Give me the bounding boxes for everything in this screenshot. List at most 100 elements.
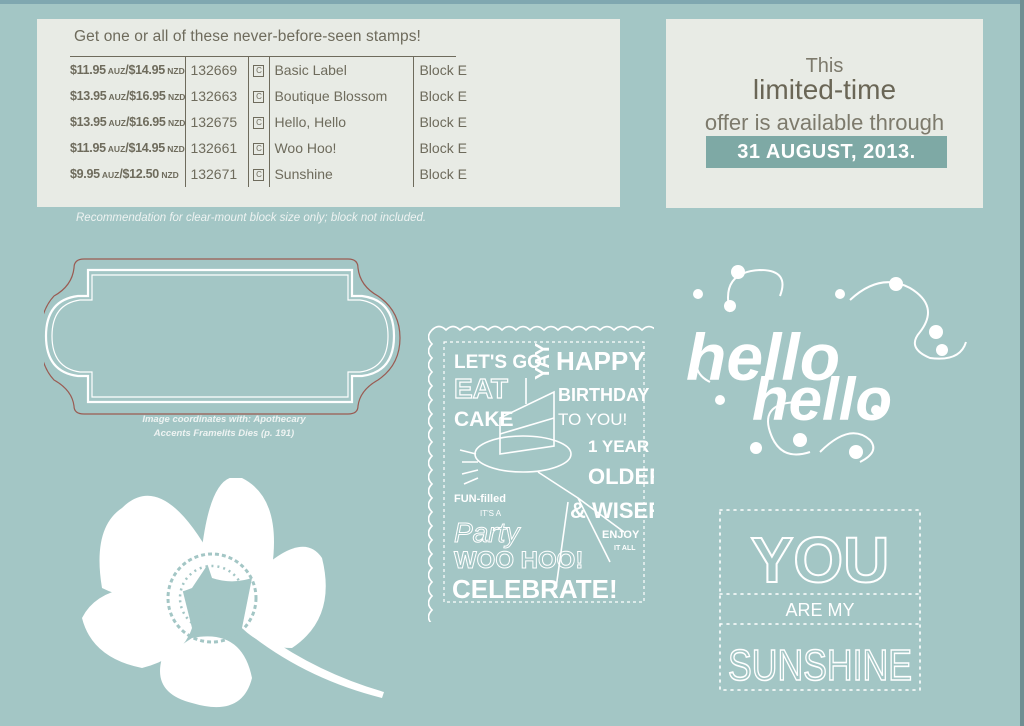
currency-aud: AUZ bbox=[101, 170, 120, 180]
clear-mount-cell: C bbox=[248, 109, 270, 135]
price-cell: $9.95 AUZ/$12.50 NZD bbox=[70, 167, 179, 181]
clear-mount-icon: C bbox=[253, 65, 265, 78]
clear-mount-icon: C bbox=[253, 143, 265, 156]
price-nzd: $14.95 bbox=[128, 141, 165, 155]
woo-hoo-text-fun: FUN-filled bbox=[454, 493, 506, 505]
table-title: Get one or all of these never-before-see… bbox=[74, 28, 421, 45]
block-size: Block E bbox=[413, 57, 480, 83]
offer-line-3: offer is available through bbox=[704, 110, 945, 135]
woo-hoo-lettering: LET'S GO EAT CAKE YAY HAPPY BIRTHDAY TO … bbox=[452, 342, 654, 604]
right-edge bbox=[1020, 0, 1024, 726]
framelit-die-outline bbox=[44, 258, 401, 415]
price-nzd: $12.50 bbox=[122, 167, 160, 181]
price-aud: $13.95 bbox=[70, 115, 107, 129]
recommendation-note: Recommendation for clear-mount block siz… bbox=[76, 212, 427, 224]
basic-label-frame-image bbox=[44, 258, 401, 415]
woo-hoo-text-party: Party bbox=[454, 517, 521, 548]
sunshine-text-sunshine: SUNSHINE bbox=[728, 641, 912, 690]
woo-hoo-text-cake: CAKE bbox=[454, 408, 514, 431]
clear-mount-cell: C bbox=[248, 161, 270, 187]
stamp-table-row: $9.95 AUZ/$12.50 NZD 132671 C Sunshine Block… bbox=[70, 161, 480, 187]
currency-aud: AUZ bbox=[107, 66, 126, 76]
item-number: 132675 bbox=[185, 109, 249, 135]
label-frame-outer bbox=[44, 268, 396, 404]
flower-center-dots-inner bbox=[192, 578, 232, 618]
stamp-name: Basic Label bbox=[269, 57, 414, 83]
coordinates-note: Image coordinates with: Apothecary Accen… bbox=[104, 413, 344, 441]
product-table-panel: Get one or all of these never-before-see… bbox=[37, 19, 620, 207]
stamp-name: Woo Hoo! bbox=[269, 135, 414, 161]
clear-mount-icon: C bbox=[253, 169, 265, 182]
offer-line-2: limited-time bbox=[752, 74, 897, 105]
price-cell: $11.95 AUZ/$14.95 NZD bbox=[70, 141, 185, 155]
woo-hoo-text-eat: EAT bbox=[454, 373, 508, 404]
price-nzd: $16.95 bbox=[129, 89, 166, 103]
sunshine-stamp-image: YOU ARE MY SUNSHINE bbox=[719, 509, 921, 691]
top-strip bbox=[0, 0, 1024, 4]
block-size: Block E bbox=[413, 135, 480, 161]
currency-aud: AUZ bbox=[107, 144, 126, 154]
currency-nzd: NZD bbox=[167, 66, 185, 76]
price-cell: $11.95 AUZ/$14.95 NZD bbox=[70, 63, 185, 77]
woo-hoo-text-enjoy: ENJOY bbox=[602, 529, 640, 541]
cake-plate bbox=[474, 435, 572, 473]
stamp-table-row: $13.95 AUZ/$16.95 NZD 132663 C Boutique Blo… bbox=[70, 83, 480, 109]
sunshine-text-you: YOU bbox=[751, 524, 890, 596]
block-size: Block E bbox=[413, 161, 480, 187]
boutique-blossom-stamp-image bbox=[82, 478, 384, 708]
woo-hoo-text-yay: YAY bbox=[532, 342, 554, 380]
currency-aud: AUZ bbox=[108, 92, 126, 102]
label-frame-inner bbox=[51, 274, 389, 398]
woo-hoo-text-birthday: BIRTHDAY bbox=[558, 385, 649, 405]
woo-hoo-text-woo-hoo: WOO HOO! bbox=[454, 547, 583, 574]
currency-nzd: NZD bbox=[167, 92, 186, 102]
flower-petals bbox=[82, 478, 384, 708]
currency-nzd: NZD bbox=[161, 170, 179, 180]
block-size: Block E bbox=[413, 83, 480, 109]
sunshine-text-are-my: ARE MY bbox=[785, 600, 854, 620]
item-number: 132671 bbox=[185, 161, 249, 187]
item-number: 132661 bbox=[185, 135, 249, 161]
offer-panel: This limited-time offer is available thr… bbox=[666, 19, 983, 208]
stamp-name: Boutique Blossom bbox=[269, 83, 414, 109]
stamp-table-row: $13.95 AUZ/$16.95 NZD 132675 C Hello, Hello… bbox=[70, 109, 480, 135]
coordinates-note-line-2: Accents Framelits Dies (p. 191) bbox=[153, 428, 295, 439]
currency-nzd: NZD bbox=[167, 118, 186, 128]
hello-hello-stamp-image: hello hello bbox=[686, 265, 967, 463]
currency-nzd: NZD bbox=[167, 144, 185, 154]
item-number: 132663 bbox=[185, 83, 249, 109]
price-aud: $9.95 bbox=[70, 167, 100, 181]
clear-mount-icon: C bbox=[253, 91, 265, 104]
price-nzd: $14.95 bbox=[128, 63, 165, 77]
petal-top-left bbox=[99, 495, 212, 598]
woo-hoo-stamp-image: LET'S GO EAT CAKE YAY HAPPY BIRTHDAY TO … bbox=[428, 325, 654, 622]
woo-hoo-text-letsgo: LET'S GO bbox=[454, 352, 542, 373]
woo-hoo-text-it-all: IT ALL bbox=[614, 545, 636, 552]
offer-date-band: 31 AUGUST, 2013. bbox=[706, 136, 947, 168]
price-aud: $11.95 bbox=[70, 63, 106, 77]
item-number: 132669 bbox=[185, 57, 249, 83]
woo-hoo-text-happy: HAPPY bbox=[556, 346, 646, 376]
stamp-table-row: $11.95 AUZ/$14.95 NZD 132661 C Woo Hoo! Bloc… bbox=[70, 135, 480, 161]
clear-mount-cell: C bbox=[248, 135, 270, 161]
price-cell: $13.95 AUZ/$16.95 NZD bbox=[70, 89, 186, 103]
woo-hoo-text-older: OLDER bbox=[588, 464, 654, 489]
coordinates-note-line-1: Image coordinates with: Apothecary bbox=[142, 414, 306, 425]
clear-mount-cell: C bbox=[248, 57, 270, 83]
price-aud: $13.95 bbox=[70, 89, 107, 103]
clear-mount-icon: C bbox=[253, 117, 265, 130]
price-cell: $13.95 AUZ/$16.95 NZD bbox=[70, 115, 186, 129]
stamp-table-row: $11.95 AUZ/$14.95 NZD 132669 C Basic Label B… bbox=[70, 57, 480, 83]
price-nzd: $16.95 bbox=[129, 115, 166, 129]
woo-hoo-text-1-year: 1 YEAR bbox=[588, 437, 649, 456]
price-aud: $11.95 bbox=[70, 141, 106, 155]
currency-aud: AUZ bbox=[108, 118, 126, 128]
clear-mount-cell: C bbox=[248, 83, 270, 109]
block-size: Block E bbox=[413, 109, 480, 135]
woo-hoo-text-to-you: TO YOU! bbox=[558, 410, 627, 429]
woo-hoo-text-celebrate: CELEBRATE! bbox=[452, 574, 618, 604]
stamp-name: Sunshine bbox=[269, 161, 414, 187]
hello-word-2: hello bbox=[752, 366, 892, 433]
stamp-name: Hello, Hello bbox=[269, 109, 414, 135]
stamp-table: $11.95 AUZ/$14.95 NZD 132669 C Basic Label B… bbox=[70, 57, 480, 187]
